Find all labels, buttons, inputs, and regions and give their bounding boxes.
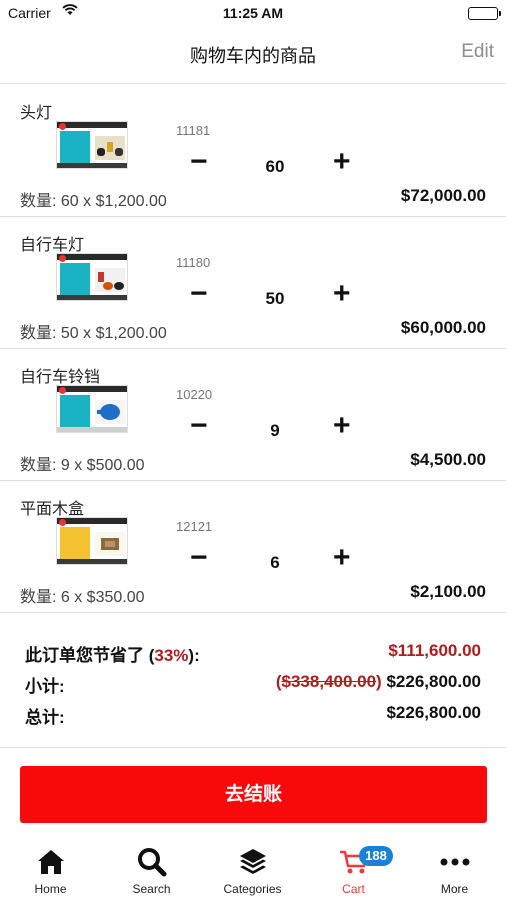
tab-label: Search — [132, 882, 171, 896]
checkout-button[interactable]: 去结账 — [20, 766, 487, 823]
product-thumbnail[interactable] — [56, 121, 128, 169]
nav-bar: 购物车内的商品 Edit — [0, 26, 506, 84]
tab-label: Categories — [223, 882, 282, 896]
home-icon — [35, 846, 67, 878]
tab-more[interactable]: More — [404, 836, 505, 900]
item-name: 头灯 — [20, 105, 53, 122]
item-quantity-price: 数量: 60 x $1,200.00 — [20, 193, 167, 210]
layers-icon — [237, 846, 269, 878]
subtotal-row: 小计: ($338,400.00) $226,800.00 — [25, 672, 481, 698]
subtotal-label: 小计: — [25, 677, 65, 696]
item-total: $2,100.00 — [410, 582, 486, 601]
total-value: $226,800.00 — [386, 703, 481, 722]
decrease-quantity-button[interactable]: − — [190, 411, 208, 441]
item-quantity-price: 数量: 9 x $500.00 — [20, 457, 145, 474]
quantity-value: 50 — [265, 289, 285, 308]
item-total: $60,000.00 — [400, 318, 486, 337]
subtotal-value: $226,800.00 — [386, 672, 481, 691]
tab-label: Home — [34, 882, 67, 896]
increase-quantity-button[interactable]: + — [333, 411, 351, 441]
status-time: 11:25 AM — [222, 5, 284, 21]
increase-quantity-button[interactable]: + — [333, 543, 351, 573]
item-quantity-price: 数量: 50 x $1,200.00 — [20, 325, 167, 342]
increase-quantity-button[interactable]: + — [333, 279, 351, 309]
more-icon — [439, 846, 471, 878]
product-thumbnail[interactable] — [56, 253, 128, 301]
subtotal-value-group: ($338,400.00) $226,800.00 — [275, 672, 481, 691]
status-bar: Carrier 11:25 AM — [0, 0, 506, 26]
quantity-value: 9 — [270, 421, 280, 440]
cart-badge: 188 — [359, 846, 393, 866]
cart-item-list: 头灯 11181 − 60 + 数量: 60 x $1,200.00 $72,0… — [0, 85, 506, 613]
cart-item[interactable]: 头灯 11181 − 60 + 数量: 60 x $1,200.00 $72,0… — [0, 85, 506, 217]
product-thumbnail[interactable] — [56, 385, 128, 433]
quantity-value: 6 — [270, 553, 280, 572]
item-sku: 10220 — [176, 387, 213, 402]
quantity-value: 60 — [265, 157, 285, 176]
edit-button[interactable]: Edit — [461, 41, 494, 63]
tab-home[interactable]: Home — [0, 836, 101, 900]
search-icon — [136, 846, 168, 878]
tab-bar: Home Search Categories 188 Cart More — [0, 836, 506, 900]
cart-item[interactable]: 自行车灯 11180 − 50 + 数量: 50 x $1,200.00 $60… — [0, 217, 506, 349]
savings-label: 此订单您节省了 (33%): — [25, 646, 200, 665]
item-sku: 11180 — [176, 255, 211, 270]
item-name: 平面木盒 — [20, 501, 85, 518]
tab-categories[interactable]: Categories — [202, 836, 303, 900]
item-sku: 12121 — [176, 519, 213, 534]
tab-label: More — [440, 882, 469, 896]
tab-search[interactable]: Search — [101, 836, 202, 900]
item-sku: 11181 — [176, 123, 211, 138]
cart-item[interactable]: 平面木盒 12121 − 6 + 数量: 6 x $350.00 $2,100.… — [0, 481, 506, 613]
savings-percent: 33% — [154, 646, 189, 665]
total-row: 总计: $226,800.00 — [25, 703, 481, 729]
decrease-quantity-button[interactable]: − — [190, 279, 208, 309]
item-quantity-price: 数量: 6 x $350.00 — [20, 589, 145, 606]
item-name: 自行车灯 — [20, 237, 85, 254]
decrease-quantity-button[interactable]: − — [190, 147, 208, 177]
battery-icon — [468, 7, 501, 20]
savings-row: 此订单您节省了 (33%): $111,600.00 — [25, 641, 481, 667]
page-title: 购物车内的商品 — [190, 46, 316, 66]
decrease-quantity-button[interactable]: − — [190, 543, 208, 573]
item-total: $72,000.00 — [400, 186, 486, 205]
increase-quantity-button[interactable]: + — [333, 147, 351, 177]
order-summary: 此订单您节省了 (33%): $111,600.00 小计: ($338,400… — [0, 614, 506, 748]
subtotal-original: $338,400.00 — [281, 672, 377, 691]
tab-cart[interactable]: 188 Cart — [303, 836, 404, 900]
product-thumbnail[interactable] — [56, 517, 128, 565]
item-total: $4,500.00 — [410, 450, 486, 469]
tab-label: Cart — [342, 882, 365, 896]
savings-value: $111,600.00 — [388, 641, 481, 660]
cart-item[interactable]: 自行车铃铛 10220 − 9 + 数量: 9 x $500.00 $4,500… — [0, 349, 506, 481]
total-label: 总计: — [25, 708, 65, 727]
item-name: 自行车铃铛 — [20, 369, 101, 386]
